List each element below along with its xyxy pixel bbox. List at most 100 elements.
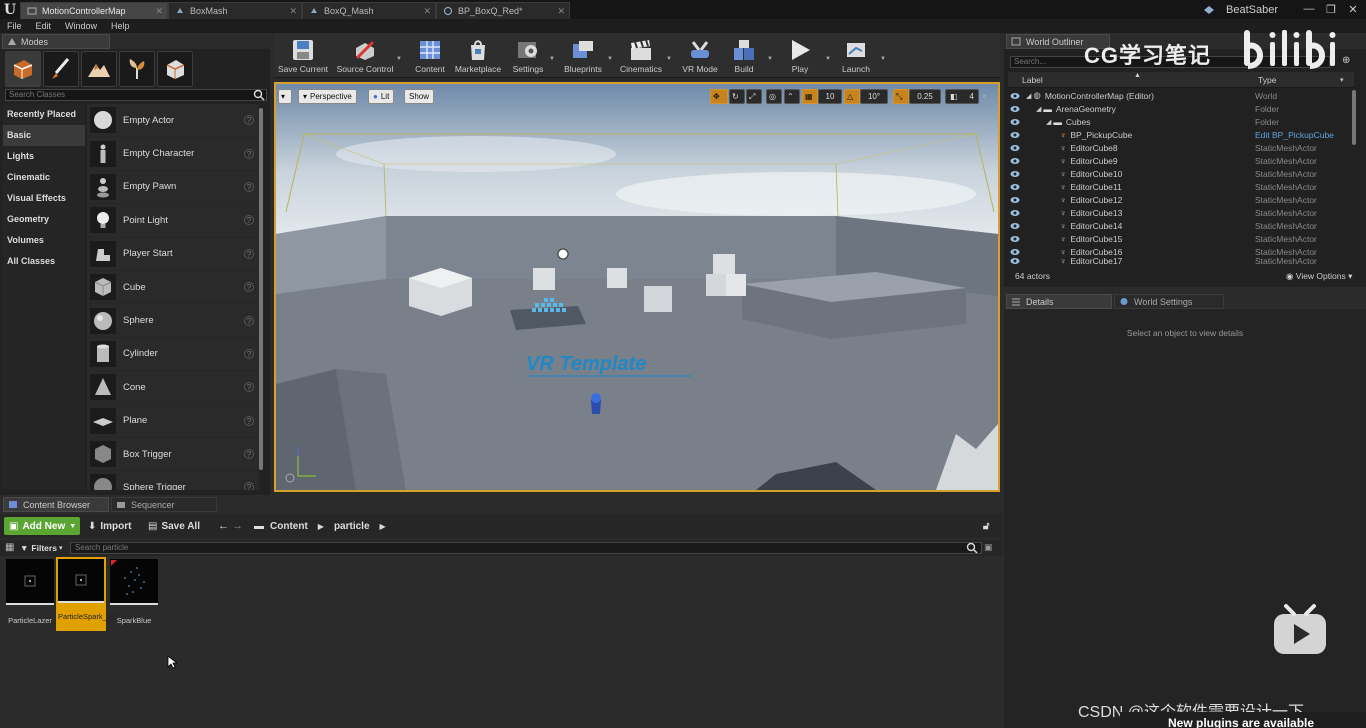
- place-item-sphere[interactable]: Sphere?: [87, 304, 259, 338]
- close-icon[interactable]: ✕: [289, 6, 297, 17]
- window-close-button[interactable]: ✕: [1342, 0, 1364, 18]
- plugins-notification[interactable]: New plugins are available: [1120, 712, 1366, 728]
- doc-tab-bp-boxq-red[interactable]: BP_BoxQ_Red* ✕: [436, 2, 570, 19]
- play-dropdown-icon[interactable]: ▼: [825, 56, 831, 62]
- eye-icon[interactable]: [1010, 105, 1020, 113]
- blueprints-button[interactable]: Blueprints: [560, 36, 606, 76]
- eye-icon[interactable]: [1010, 92, 1020, 100]
- outliner-row[interactable]: ♆ EditorCube10 StaticMeshActor: [1008, 167, 1352, 180]
- tab-modes[interactable]: Modes: [2, 34, 110, 49]
- eye-icon[interactable]: [1010, 257, 1020, 265]
- placeable-scrollbar[interactable]: [259, 108, 263, 470]
- eye-icon[interactable]: [1010, 170, 1020, 178]
- category-recently-placed[interactable]: Recently Placed: [3, 104, 85, 125]
- outliner-row[interactable]: ♆ EditorCube8 StaticMeshActor: [1008, 141, 1352, 154]
- outliner-scrollbar[interactable]: [1352, 90, 1356, 145]
- help-icon[interactable]: ?: [244, 348, 254, 359]
- eye-icon[interactable]: [1010, 196, 1020, 204]
- place-item-box-trigger[interactable]: Box Trigger?: [87, 438, 259, 472]
- asset-particlespark-red[interactable]: ParticleSpark_red: [56, 557, 118, 631]
- outliner-row[interactable]: ♆ EditorCube14 StaticMeshActor: [1008, 219, 1352, 232]
- show-button[interactable]: Show: [404, 89, 435, 104]
- foliage-mode-button[interactable]: [119, 51, 155, 87]
- place-item-cylinder[interactable]: Cylinder?: [87, 338, 259, 372]
- outliner-row[interactable]: ◢ ▬ ArenaGeometry Folder: [1008, 102, 1352, 115]
- lock-icon[interactable]: 🔓︎: [983, 517, 989, 535]
- maximize-button[interactable]: ❐: [1320, 0, 1342, 18]
- outliner-row[interactable]: ♆ BP_PickupCube Edit BP_PickupCube: [1008, 128, 1352, 141]
- category-geometry[interactable]: Geometry: [3, 209, 85, 230]
- eye-icon[interactable]: [1010, 248, 1020, 256]
- eye-icon[interactable]: [1010, 222, 1020, 230]
- perspective-button[interactable]: ▾ Perspective: [298, 89, 357, 104]
- place-item-plane[interactable]: Plane?: [87, 405, 259, 438]
- eye-icon[interactable]: [1010, 144, 1020, 152]
- category-lights[interactable]: Lights: [3, 146, 85, 167]
- cinematics-button[interactable]: Cinematics: [616, 36, 666, 76]
- launch-dropdown-icon[interactable]: ▼: [880, 56, 886, 62]
- view-options-button[interactable]: ◉ View Options ▾: [1286, 271, 1352, 282]
- place-item-cone[interactable]: Cone?: [87, 371, 259, 405]
- eye-icon[interactable]: [1010, 235, 1020, 243]
- help-icon[interactable]: ?: [244, 315, 254, 326]
- grid-snap-icon[interactable]: ▦: [802, 89, 818, 104]
- place-item-point-light[interactable]: Point Light?: [87, 204, 259, 238]
- menu-window[interactable]: Window: [58, 21, 104, 31]
- settings-button[interactable]: Settings: [508, 36, 548, 76]
- chevron-down-icon[interactable]: ▾: [1340, 76, 1344, 84]
- eye-icon[interactable]: [1010, 157, 1020, 165]
- geometry-edit-mode-button[interactable]: [157, 51, 193, 87]
- category-basic[interactable]: Basic: [3, 125, 85, 146]
- landscape-mode-button[interactable]: [81, 51, 117, 87]
- expand-arrow-icon[interactable]: ◢: [1036, 105, 1041, 113]
- scale-snap-icon[interactable]: ⤡: [893, 89, 909, 104]
- world-space-icon[interactable]: ◎: [766, 89, 782, 104]
- place-item-empty-pawn[interactable]: Empty Pawn?: [87, 171, 259, 205]
- scale-snap-value[interactable]: 0.25: [909, 89, 941, 104]
- outliner-row[interactable]: ◢ ◍ MotionControllerMap (Editor) World: [1008, 89, 1352, 102]
- outliner-row[interactable]: ◢ ▬ Cubes Folder: [1008, 115, 1352, 128]
- breadcrumb-particle[interactable]: particle: [334, 521, 370, 532]
- content-search-input[interactable]: Search particle: [70, 542, 982, 554]
- sources-panel-icon[interactable]: ▦: [5, 542, 17, 554]
- outliner-row[interactable]: ♆ EditorCube9 StaticMeshActor: [1008, 154, 1352, 167]
- place-item-cube[interactable]: Cube?: [87, 271, 259, 305]
- blueprints-dropdown-icon[interactable]: ▼: [607, 56, 613, 62]
- place-item-empty-actor[interactable]: Empty Actor?: [87, 104, 259, 138]
- label-column-header[interactable]: Label: [1022, 75, 1043, 85]
- content-button[interactable]: Content: [408, 36, 452, 76]
- settings-dropdown-icon[interactable]: ▼: [549, 56, 555, 62]
- menu-edit[interactable]: Edit: [29, 21, 59, 31]
- rotate-tool-icon[interactable]: ↻: [729, 89, 745, 104]
- history-forward-icon[interactable]: →: [232, 517, 243, 535]
- cinematics-dropdown-icon[interactable]: ▼: [666, 56, 672, 62]
- breadcrumb-separator-icon[interactable]: ▶: [380, 522, 386, 531]
- doc-tab-motioncontrollermap[interactable]: MotionControllerMap ✕: [20, 2, 168, 19]
- rotation-snap-icon[interactable]: △: [844, 89, 860, 104]
- expand-arrow-icon[interactable]: ◢: [1026, 92, 1031, 100]
- add-new-button[interactable]: ▣ Add New ▼: [4, 517, 80, 535]
- place-item-player-start[interactable]: Player Start?: [87, 238, 259, 271]
- menu-file[interactable]: File: [0, 21, 29, 31]
- tab-sequencer[interactable]: Sequencer: [111, 497, 217, 512]
- lit-button[interactable]: ● Lit: [368, 89, 395, 104]
- camera-speed-button[interactable]: ◧ 4: [945, 89, 979, 104]
- help-icon[interactable]: ?: [244, 415, 254, 426]
- minimize-button[interactable]: —: [1298, 0, 1320, 18]
- class-search-input[interactable]: Search Classes: [5, 89, 267, 101]
- category-cinematic[interactable]: Cinematic: [3, 167, 85, 188]
- doc-tab-boxmash[interactable]: BoxMash ✕: [168, 2, 302, 19]
- rotation-snap-value[interactable]: 10°: [860, 89, 888, 104]
- type-column-header[interactable]: Type: [1258, 75, 1276, 85]
- play-button[interactable]: Play: [782, 36, 818, 76]
- asset-sparkblue[interactable]: SparkBlue: [110, 559, 158, 625]
- outliner-row[interactable]: ♆ EditorCube11 StaticMeshActor: [1008, 180, 1352, 193]
- help-icon[interactable]: ?: [244, 148, 254, 159]
- edit-blueprint-link[interactable]: Edit BP_PickupCube: [1255, 130, 1334, 140]
- category-visual-effects[interactable]: Visual Effects: [3, 188, 85, 209]
- tab-content-browser[interactable]: Content Browser: [3, 497, 109, 512]
- category-all-classes[interactable]: All Classes: [3, 251, 85, 272]
- place-item-sphere-trigger[interactable]: Sphere Trigger?: [87, 471, 259, 490]
- source-control-button[interactable]: Source Control: [334, 36, 396, 76]
- help-icon[interactable]: ?: [244, 248, 254, 259]
